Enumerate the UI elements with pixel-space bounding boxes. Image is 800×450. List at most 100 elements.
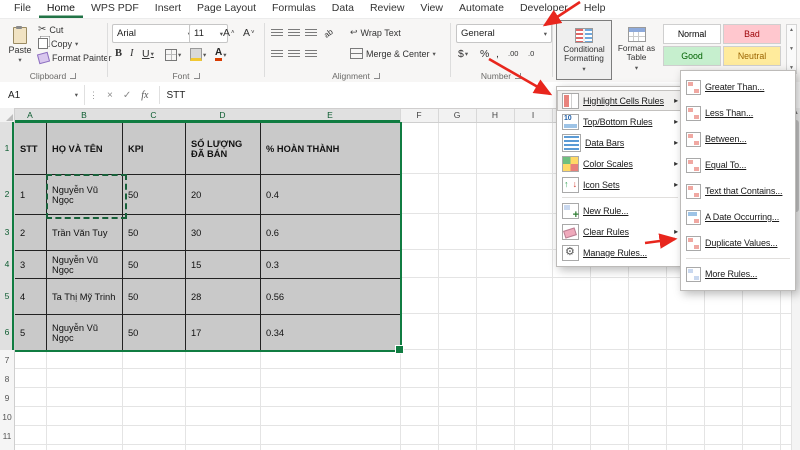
menu-item-greater-than[interactable]: Greater Than... bbox=[681, 74, 795, 100]
row-header-4[interactable]: 4 bbox=[0, 250, 15, 279]
table-header-kpi[interactable]: KPI bbox=[122, 122, 186, 175]
menu-item-highlight-cells-rules[interactable]: Highlight Cells Rules ▸ bbox=[557, 90, 683, 111]
select-all-button[interactable] bbox=[0, 108, 15, 123]
paste-button[interactable]: Paste ▾ bbox=[4, 21, 36, 70]
menu-item-a-date-occurring[interactable]: A Date Occurring... bbox=[681, 204, 795, 230]
tab-data[interactable]: Data bbox=[324, 0, 362, 18]
menu-item-manage-rules[interactable]: Manage Rules... bbox=[557, 242, 683, 263]
column-header-G[interactable]: G bbox=[438, 108, 477, 122]
table-cell[interactable]: 5 bbox=[14, 314, 47, 351]
dialog-launcher-icon[interactable] bbox=[193, 72, 200, 79]
table-header-s-l-ng-b-n[interactable]: SỐ LƯỢNG ĐÃ BÁN bbox=[185, 122, 261, 175]
dialog-launcher-icon[interactable] bbox=[515, 72, 522, 79]
tab-review[interactable]: Review bbox=[362, 0, 412, 18]
insert-function-icon[interactable]: fx bbox=[141, 90, 148, 101]
tab-home[interactable]: Home bbox=[39, 0, 83, 18]
column-header-C[interactable]: C bbox=[122, 108, 186, 122]
cell-style-bad[interactable]: Bad bbox=[723, 24, 781, 44]
table-cell[interactable]: 0.6 bbox=[260, 214, 401, 251]
menu-item-clear-rules[interactable]: Clear Rules ▸ bbox=[557, 221, 683, 242]
row-header-6[interactable]: 6 bbox=[0, 314, 15, 351]
table-cell[interactable]: 2 bbox=[14, 214, 47, 251]
comma-style-button[interactable]: , bbox=[496, 46, 499, 61]
table-cell[interactable]: 50 bbox=[122, 250, 186, 279]
gallery-down-icon[interactable]: ▼ bbox=[789, 46, 794, 52]
menu-item-new-rule[interactable]: New Rule... bbox=[557, 200, 683, 221]
column-header-B[interactable]: B bbox=[46, 108, 123, 122]
enter-icon[interactable]: ✓ bbox=[123, 90, 131, 101]
conditional-formatting-button[interactable]: Conditional Formatting ▾ bbox=[556, 20, 612, 80]
menu-item-less-than[interactable]: Less Than... bbox=[681, 100, 795, 126]
format-painter-button[interactable]: Format Painter bbox=[36, 51, 112, 64]
table-cell[interactable]: 0.34 bbox=[260, 314, 401, 351]
bold-button[interactable]: B bbox=[115, 46, 122, 61]
row-header-3[interactable]: 3 bbox=[0, 214, 15, 251]
menu-item-equal-to[interactable]: Equal To... bbox=[681, 152, 795, 178]
tab-formulas[interactable]: Formulas bbox=[264, 0, 324, 18]
table-header-ho-n-th-nh[interactable]: % HOÀN THÀNH bbox=[260, 122, 401, 175]
menu-item-color-scales[interactable]: Color Scales ▸ bbox=[557, 153, 683, 174]
tab-page-layout[interactable]: Page Layout bbox=[189, 0, 264, 18]
fill-color-button[interactable]: ▾ bbox=[190, 47, 206, 62]
menu-item-text-that-contains[interactable]: Text that Contains... bbox=[681, 178, 795, 204]
row-header-9[interactable]: 9 bbox=[0, 388, 15, 408]
table-cell[interactable]: Nguyễn Vũ Ngọc bbox=[46, 314, 123, 351]
increase-font-size-button[interactable]: A ˄ bbox=[223, 25, 235, 40]
tab-developer[interactable]: Developer bbox=[512, 0, 576, 18]
row-header-7[interactable]: 7 bbox=[0, 350, 15, 370]
middle-align-button[interactable] bbox=[288, 26, 300, 41]
menu-item-between[interactable]: Between... bbox=[681, 126, 795, 152]
menu-item-data-bars[interactable]: Data Bars ▸ bbox=[557, 132, 683, 153]
table-cell[interactable]: 0.4 bbox=[260, 174, 401, 215]
gallery-scroll[interactable]: ▲ ▼ ▼ bbox=[786, 24, 797, 74]
number-format-combobox[interactable]: General ▾ bbox=[456, 24, 552, 43]
column-header-A[interactable]: A bbox=[14, 108, 47, 122]
column-header-D[interactable]: D bbox=[185, 108, 261, 122]
tab-file[interactable]: File bbox=[6, 0, 39, 18]
row-header-12[interactable]: 12 bbox=[0, 445, 15, 450]
table-cell[interactable]: 50 bbox=[122, 314, 186, 351]
table-cell[interactable]: 0.56 bbox=[260, 278, 401, 315]
font-color-button[interactable]: A ▾ bbox=[215, 47, 227, 62]
row-header-1[interactable]: 1 bbox=[0, 122, 15, 175]
table-cell[interactable]: 1 bbox=[14, 174, 47, 215]
format-as-table-button[interactable]: Format as Table ▾ bbox=[613, 20, 660, 78]
percent-style-button[interactable]: % bbox=[480, 46, 489, 61]
table-cell[interactable]: Trần Văn Tuy bbox=[46, 214, 123, 251]
row-header-11[interactable]: 11 bbox=[0, 426, 15, 446]
font-name-combobox[interactable]: Arial ▾ bbox=[112, 24, 196, 43]
table-cell[interactable]: 28 bbox=[185, 278, 261, 315]
table-cell[interactable]: 50 bbox=[122, 214, 186, 251]
gallery-up-icon[interactable]: ▲ bbox=[789, 27, 794, 33]
underline-button[interactable]: U ▾ bbox=[142, 46, 154, 61]
merge-center-button[interactable]: Merge & Center ▾ bbox=[350, 47, 436, 60]
align-right-button[interactable] bbox=[305, 47, 317, 62]
dialog-launcher-icon[interactable] bbox=[70, 72, 77, 79]
table-cell[interactable]: 20 bbox=[185, 174, 261, 215]
table-cell[interactable]: 50 bbox=[122, 174, 186, 215]
bottom-align-button[interactable] bbox=[305, 26, 317, 41]
dialog-launcher-icon[interactable] bbox=[373, 72, 380, 79]
table-cell[interactable]: Nguyễn Vũ Ngọc bbox=[46, 250, 123, 279]
menu-item-icon-sets[interactable]: Icon Sets ▸ bbox=[557, 174, 683, 195]
column-header-F[interactable]: F bbox=[400, 108, 439, 122]
table-cell[interactable]: 50 bbox=[122, 278, 186, 315]
table-cell[interactable]: 30 bbox=[185, 214, 261, 251]
increase-decimal-button[interactable]: .00 bbox=[508, 46, 518, 61]
row-header-5[interactable]: 5 bbox=[0, 278, 15, 315]
decrease-font-size-button[interactable]: A ˅ bbox=[243, 25, 255, 40]
table-cell[interactable]: 0.3 bbox=[260, 250, 401, 279]
row-header-10[interactable]: 10 bbox=[0, 407, 15, 427]
cancel-icon[interactable]: × bbox=[107, 90, 113, 101]
table-cell[interactable]: Nguyễn Vũ Ngọc bbox=[46, 174, 123, 215]
top-align-button[interactable] bbox=[271, 26, 283, 41]
decrease-decimal-button[interactable]: .0 bbox=[528, 46, 534, 61]
table-cell[interactable]: 4 bbox=[14, 278, 47, 315]
copy-button[interactable]: Copy ▾ bbox=[38, 37, 78, 50]
align-center-button[interactable] bbox=[288, 47, 300, 62]
orientation-button[interactable]: ab bbox=[321, 25, 337, 42]
tab-insert[interactable]: Insert bbox=[147, 0, 189, 18]
tab-view[interactable]: View bbox=[412, 0, 451, 18]
table-cell[interactable]: 15 bbox=[185, 250, 261, 279]
fill-handle[interactable] bbox=[395, 345, 404, 354]
